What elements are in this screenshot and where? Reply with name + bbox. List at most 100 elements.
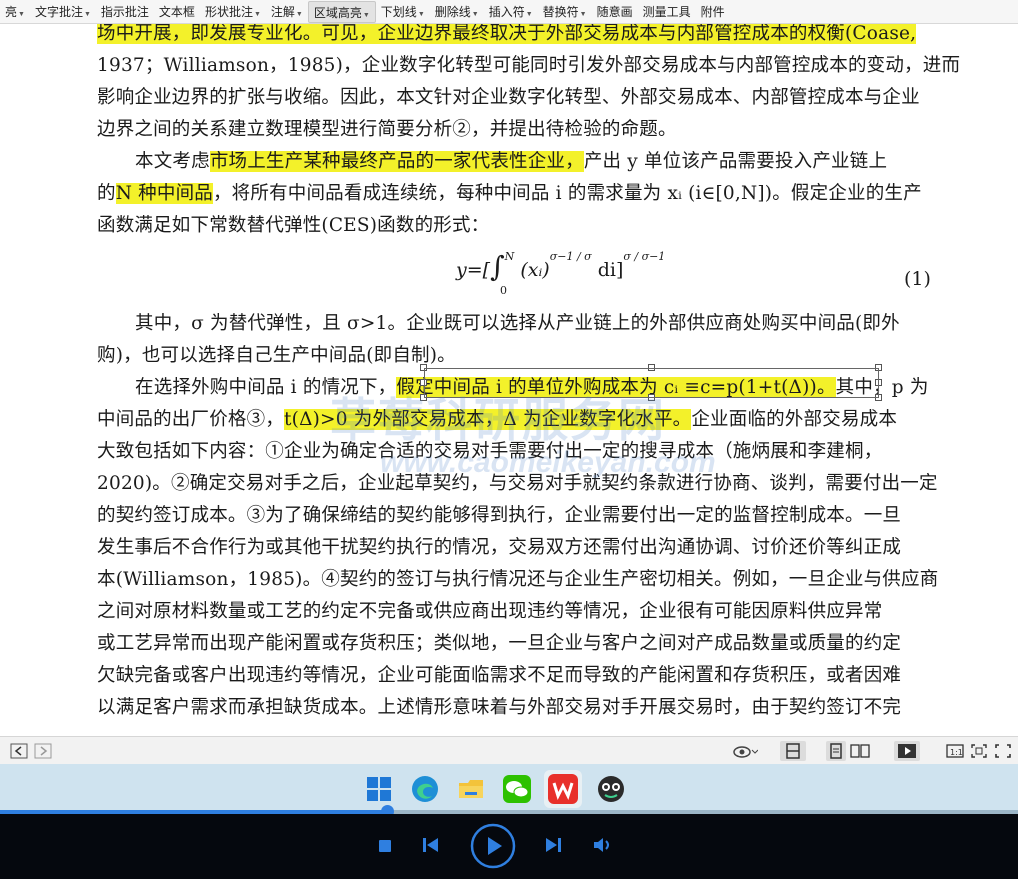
- document-line: 本文考虑市场上生产某种最终产品的一家代表性企业，产出 y 单位该产品需要投入产业…: [135, 146, 1015, 178]
- line-text: 其中，σ 为替代弹性，且 σ>1。企业既可以选择从产业链上的外部供应商处购买中间…: [135, 313, 900, 334]
- line-text: 发生事后不合作行为或其他干扰契约执行的情况，交易双方还需付出沟通协调、讨价还价等…: [97, 537, 902, 558]
- exponent-1: σ−1 / σ: [549, 250, 592, 263]
- toolbar-item-label: 测量工具: [642, 4, 691, 19]
- toolbar-item-3[interactable]: 文本框: [154, 1, 200, 23]
- toolbar-item-10[interactable]: 替换符▼: [538, 1, 592, 23]
- line-text: 产出 y 单位该产品需要投入产业链上: [583, 151, 888, 172]
- actual-size-icon[interactable]: 1:1: [946, 741, 964, 761]
- two-page-icon[interactable]: [850, 741, 870, 761]
- document-line: 影响企业边界的扩张与收缩。因此，本文针对企业数字化转型、外部交易成本、内部管控成…: [97, 82, 977, 114]
- wps-office-icon[interactable]: [544, 770, 582, 808]
- toolbar-item-label: 文本框: [158, 4, 195, 19]
- selection-handle[interactable]: [875, 379, 882, 386]
- annotation-toolbar: 亮▼ 文字批注▼ 指示批注 文本框 形状批注▼ 注解▼ 区域高亮▼ 下划线▼ 删除线▼ 插入符▼ 替…: [0, 0, 1018, 24]
- line-text: 1937；Williamson，1985)，企业数字化转型可能同时引发外部交易成…: [97, 55, 961, 76]
- dropdown-arrow-icon: ▼: [18, 10, 25, 18]
- status-bar: 1:1: [0, 736, 1018, 764]
- toolbar-item-9[interactable]: 插入符▼: [484, 1, 538, 23]
- selection-handle[interactable]: [875, 394, 882, 401]
- next-page-icon[interactable]: [34, 741, 52, 761]
- document-line: 边界之间的关系建立数理模型进行简要分析②，并提出待检验的命题。: [97, 114, 977, 146]
- integral-sign: ∫: [490, 250, 505, 283]
- dropdown-arrow-icon: ▼: [253, 10, 261, 18]
- toolbar-item-label: 插入符: [488, 4, 525, 19]
- formula-lhs: y=[: [456, 259, 491, 281]
- line-text: 欠缺完备或客户出现违约等情况，企业可能面临需求不足而导致的产能闲置和存货积压，或…: [97, 665, 902, 686]
- selection-handle[interactable]: [420, 364, 427, 371]
- ces-formula: y=[∫N (xᵢ)σ−1 / σ di]σ / σ−1 0: [456, 250, 666, 297]
- play-button[interactable]: [470, 823, 516, 873]
- single-page-icon[interactable]: [780, 741, 806, 761]
- line-text: 的契约签订成本。③为了确保缔结的契约能够得到执行，企业需要付出一定的监督控制成本…: [97, 505, 902, 526]
- line-text: 以满足客户需求而承担缺货成本。上述情形意味着与外部交易对手开展交易时，由于契约签…: [97, 697, 902, 718]
- document-line: 本(Williamson，1985)。④契约的签订与执行情况还与企业生产密切相关…: [97, 564, 977, 596]
- wechat-icon[interactable]: [502, 774, 532, 804]
- toolbar-item-8[interactable]: 删除线▼: [430, 1, 484, 23]
- watermark-cn: 草莓科研服务网: [330, 394, 666, 446]
- edge-browser-icon[interactable]: [410, 774, 440, 804]
- page-view-icon[interactable]: [826, 741, 846, 761]
- dropdown-arrow-icon: ▼: [417, 10, 425, 18]
- integral-upper: N: [504, 250, 515, 263]
- fullscreen-icon[interactable]: [994, 741, 1012, 761]
- toolbar-item-label: 亮: [5, 4, 18, 19]
- document-line: 其中，σ 为替代弹性，且 σ>1。企业既可以选择从产业链上的外部供应商处购买中间…: [135, 308, 1015, 340]
- line-text: 场中开展，即发展专业化。可见，企业边界最终取决于外部交易成本与内部管控成本的权衡…: [97, 24, 917, 44]
- windows-start-icon[interactable]: [364, 774, 394, 804]
- dropdown-arrow-icon: ▼: [295, 10, 303, 18]
- stop-icon[interactable]: [378, 838, 392, 857]
- next-track-icon[interactable]: [544, 837, 562, 857]
- fit-page-icon[interactable]: [970, 741, 988, 761]
- exponent-2: σ / σ−1: [623, 250, 666, 263]
- line-text: 函数满足如下常数替代弹性(CES)函数的形式：: [97, 215, 490, 236]
- formula-tail: di]: [597, 259, 624, 281]
- toolbar-item-label: 替换符: [542, 4, 579, 19]
- toolbar-item-6[interactable]: 区域高亮▼: [307, 0, 376, 23]
- toolbar-item-label: 注解: [270, 4, 295, 19]
- toolbar-item-13[interactable]: 附件: [696, 1, 730, 23]
- toolbar-item-label: 下划线: [380, 4, 417, 19]
- windows-taskbar: [0, 764, 1018, 814]
- eye-protection-icon[interactable]: [732, 741, 758, 761]
- toolbar-item-11[interactable]: 随意画: [592, 1, 638, 23]
- toolbar-item-0[interactable]: 亮▼: [0, 1, 30, 23]
- toolbar-item-7[interactable]: 下划线▼: [376, 1, 430, 23]
- dropdown-arrow-icon: ▼: [83, 10, 91, 18]
- toolbar-item-4[interactable]: 形状批注▼: [200, 1, 266, 23]
- previous-track-icon[interactable]: [422, 837, 440, 857]
- toolbar-item-label: 附件: [700, 4, 725, 19]
- toolbar-item-label: 文字批注: [34, 4, 83, 19]
- toolbar-item-label: 区域高亮: [313, 5, 362, 20]
- highlighted-text[interactable]: 市场上生产某种最终产品的一家代表性企业，: [209, 151, 584, 172]
- selection-handle[interactable]: [875, 364, 882, 371]
- highlighted-text[interactable]: N 种中间品: [115, 183, 213, 204]
- document-line: 的契约签订成本。③为了确保缔结的契约能够得到执行，企业需要付出一定的监督控制成本…: [97, 500, 977, 532]
- line-text: 本(Williamson，1985)。④契约的签订与执行情况还与企业生产密切相关…: [97, 569, 939, 590]
- equation-number: (1): [904, 268, 931, 290]
- file-explorer-icon[interactable]: [456, 774, 486, 804]
- avatar-app-icon[interactable]: [596, 774, 626, 804]
- document-line: 的N 种中间品，将所有中间品看成连续统，每种中间品 i 的需求量为 xᵢ (i∈…: [97, 178, 977, 210]
- line-text: 或工艺异常而出现产能闲置或存货积压；类似地，一旦企业与客户之间对产成品数量或质量…: [97, 633, 902, 654]
- volume-icon[interactable]: [592, 836, 614, 858]
- document-view[interactable]: 场中开展，即发展专业化。可见，企业边界最终取决于外部交易成本与内部管控成本的权衡…: [0, 24, 1018, 736]
- document-line: 场中开展，即发展专业化。可见，企业边界最终取决于外部交易成本与内部管控成本的权衡…: [97, 24, 977, 50]
- dropdown-arrow-icon: ▼: [579, 10, 587, 18]
- dropdown-arrow-icon: ▼: [525, 10, 533, 18]
- formula-body: (xᵢ): [520, 259, 550, 281]
- toolbar-item-label: 形状批注: [204, 4, 253, 19]
- line-text: 影响企业边界的扩张与收缩。因此，本文针对企业数字化转型、外部交易成本、内部管控成…: [97, 87, 920, 108]
- selection-handle[interactable]: [647, 364, 655, 371]
- watermark-url: www.caomeikeyan.com: [380, 446, 716, 479]
- document-line: 欠缺完备或客户出现违约等情况，企业可能面临需求不足而导致的产能闲置和存货积压，或…: [97, 660, 977, 692]
- play-icon[interactable]: [894, 741, 920, 761]
- line-text: 本文考虑: [135, 151, 210, 172]
- line-text: 边界之间的关系建立数理模型进行简要分析②，并提出待检验的命题。: [97, 119, 677, 140]
- prev-page-icon[interactable]: [10, 741, 28, 761]
- toolbar-item-1[interactable]: 文字批注▼: [30, 1, 96, 23]
- toolbar-item-label: 指示批注: [100, 4, 149, 19]
- toolbar-item-2[interactable]: 指示批注: [96, 1, 154, 23]
- toolbar-item-label: 删除线: [434, 4, 471, 19]
- toolbar-item-12[interactable]: 测量工具: [638, 1, 696, 23]
- toolbar-item-5[interactable]: 注解▼: [266, 1, 308, 23]
